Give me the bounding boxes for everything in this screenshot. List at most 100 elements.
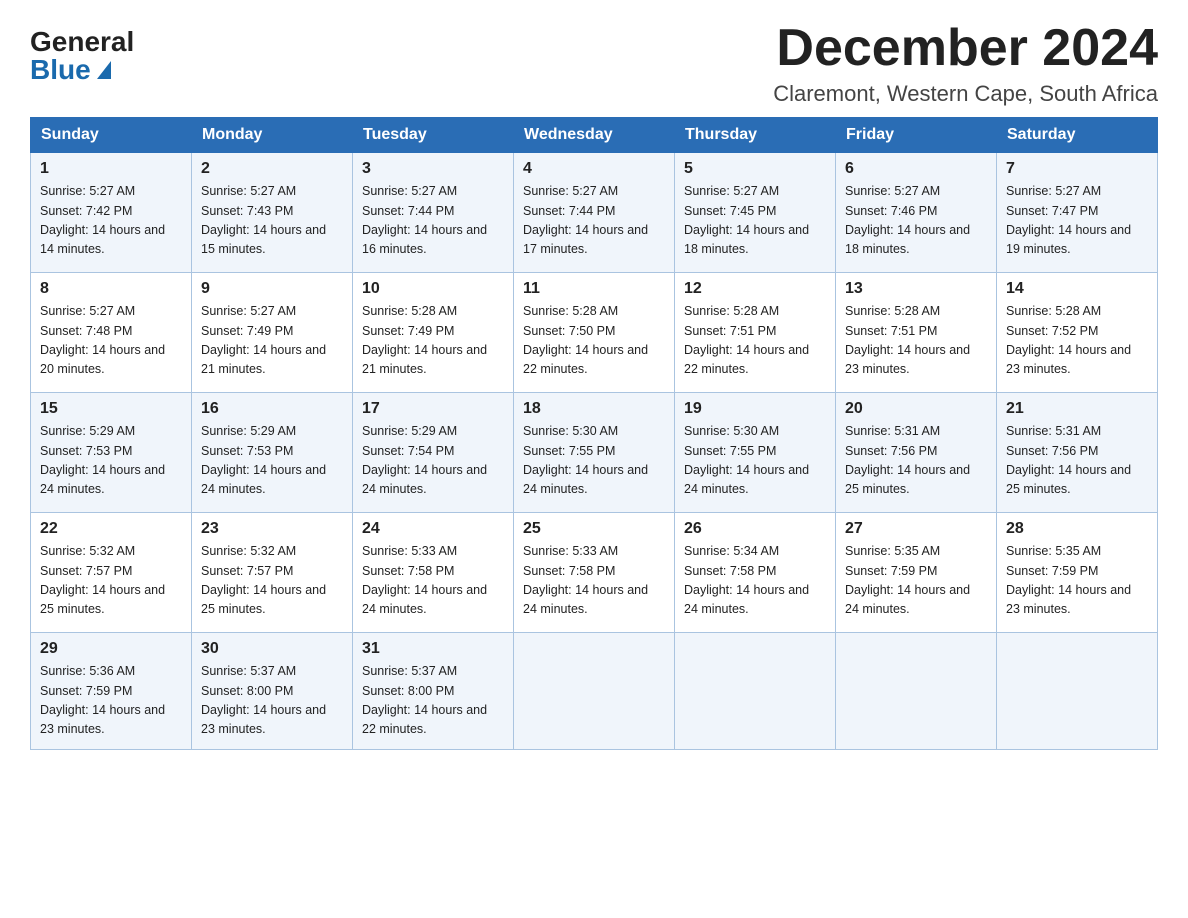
day-number: 4 xyxy=(523,160,665,178)
day-number: 11 xyxy=(523,280,665,298)
calendar-day-cell: 27Sunrise: 5:35 AMSunset: 7:59 PMDayligh… xyxy=(836,513,997,633)
day-number: 21 xyxy=(1006,400,1148,418)
day-info: Sunrise: 5:34 AMSunset: 7:58 PMDaylight:… xyxy=(684,542,826,620)
day-number: 19 xyxy=(684,400,826,418)
day-info: Sunrise: 5:30 AMSunset: 7:55 PMDaylight:… xyxy=(523,422,665,500)
day-info: Sunrise: 5:27 AMSunset: 7:47 PMDaylight:… xyxy=(1006,182,1148,260)
day-number: 18 xyxy=(523,400,665,418)
day-info: Sunrise: 5:29 AMSunset: 7:53 PMDaylight:… xyxy=(201,422,343,500)
day-number: 20 xyxy=(845,400,987,418)
day-info: Sunrise: 5:27 AMSunset: 7:45 PMDaylight:… xyxy=(684,182,826,260)
calendar-day-cell xyxy=(675,633,836,750)
calendar-day-cell: 28 Sunrise: 5:35 AMSunset: 7:59 PMDayligh… xyxy=(997,513,1158,633)
day-number: 13 xyxy=(845,280,987,298)
calendar-day-cell: 22 Sunrise: 5:32 AMSunset: 7:57 PMDayligh… xyxy=(31,513,192,633)
day-info: Sunrise: 5:31 AMSunset: 7:56 PMDaylight:… xyxy=(845,422,987,500)
day-number: 30 xyxy=(201,640,343,658)
calendar-day-cell: 30 Sunrise: 5:37 AMSunset: 8:00 PMDayligh… xyxy=(192,633,353,750)
day-info: Sunrise: 5:27 AMSunset: 7:46 PMDaylight:… xyxy=(845,182,987,260)
calendar-day-cell: 26 Sunrise: 5:34 AMSunset: 7:58 PMDayligh… xyxy=(675,513,836,633)
calendar-day-cell: 12 Sunrise: 5:28 AMSunset: 7:51 PMDayligh… xyxy=(675,273,836,393)
calendar-day-cell: 14 Sunrise: 5:28 AMSunset: 7:52 PMDayligh… xyxy=(997,273,1158,393)
calendar-day-cell: 29 Sunrise: 5:36 AMSunset: 7:59 PMDayligh… xyxy=(31,633,192,750)
day-info: Sunrise: 5:27 AMSunset: 7:49 PMDaylight:… xyxy=(201,302,343,380)
logo-general-text: General xyxy=(30,28,134,56)
day-number: 10 xyxy=(362,280,504,298)
day-number: 1 xyxy=(40,160,182,178)
day-info: Sunrise: 5:33 AMSunset: 7:58 PMDaylight:… xyxy=(362,542,504,620)
calendar-day-cell xyxy=(836,633,997,750)
calendar-day-cell: 4 Sunrise: 5:27 AMSunset: 7:44 PMDaylight… xyxy=(514,153,675,273)
day-number: 28 xyxy=(1006,520,1148,538)
day-info: Sunrise: 5:37 AMSunset: 8:00 PMDaylight:… xyxy=(201,662,343,740)
calendar-table: SundayMondayTuesdayWednesdayThursdayFrid… xyxy=(30,117,1158,750)
weekday-header-wednesday: Wednesday xyxy=(514,118,675,153)
calendar-day-cell: 1Sunrise: 5:27 AMSunset: 7:42 PMDaylight… xyxy=(31,153,192,273)
day-number: 3 xyxy=(362,160,504,178)
day-number: 5 xyxy=(684,160,826,178)
calendar-day-cell: 16 Sunrise: 5:29 AMSunset: 7:53 PMDayligh… xyxy=(192,393,353,513)
calendar-day-cell: 23 Sunrise: 5:32 AMSunset: 7:57 PMDayligh… xyxy=(192,513,353,633)
calendar-day-cell: 5 Sunrise: 5:27 AMSunset: 7:45 PMDaylight… xyxy=(675,153,836,273)
day-number: 26 xyxy=(684,520,826,538)
calendar-day-cell: 7 Sunrise: 5:27 AMSunset: 7:47 PMDaylight… xyxy=(997,153,1158,273)
day-info: Sunrise: 5:30 AMSunset: 7:55 PMDaylight:… xyxy=(684,422,826,500)
logo: General Blue xyxy=(30,28,134,84)
calendar-day-cell: 24 Sunrise: 5:33 AMSunset: 7:58 PMDayligh… xyxy=(353,513,514,633)
calendar-day-cell: 18 Sunrise: 5:30 AMSunset: 7:55 PMDayligh… xyxy=(514,393,675,513)
day-number: 23 xyxy=(201,520,343,538)
day-info: Sunrise: 5:36 AMSunset: 7:59 PMDaylight:… xyxy=(40,662,182,740)
weekday-header-thursday: Thursday xyxy=(675,118,836,153)
day-info: Sunrise: 5:35 AMSunset: 7:59 PMDaylight:… xyxy=(845,542,987,620)
logo-blue-text: Blue xyxy=(30,56,111,84)
page-header: General Blue December 2024 Claremont, We… xyxy=(30,20,1158,107)
calendar-day-cell: 21Sunrise: 5:31 AMSunset: 7:56 PMDayligh… xyxy=(997,393,1158,513)
day-info: Sunrise: 5:28 AMSunset: 7:50 PMDaylight:… xyxy=(523,302,665,380)
weekday-header-friday: Friday xyxy=(836,118,997,153)
day-info: Sunrise: 5:32 AMSunset: 7:57 PMDaylight:… xyxy=(201,542,343,620)
day-number: 6 xyxy=(845,160,987,178)
day-info: Sunrise: 5:33 AMSunset: 7:58 PMDaylight:… xyxy=(523,542,665,620)
day-info: Sunrise: 5:28 AMSunset: 7:51 PMDaylight:… xyxy=(845,302,987,380)
day-number: 17 xyxy=(362,400,504,418)
day-number: 22 xyxy=(40,520,182,538)
day-info: Sunrise: 5:35 AMSunset: 7:59 PMDaylight:… xyxy=(1006,542,1148,620)
weekday-header-tuesday: Tuesday xyxy=(353,118,514,153)
calendar-week-row: 29 Sunrise: 5:36 AMSunset: 7:59 PMDayligh… xyxy=(31,633,1158,750)
day-info: Sunrise: 5:28 AMSunset: 7:51 PMDaylight:… xyxy=(684,302,826,380)
calendar-day-cell: 8Sunrise: 5:27 AMSunset: 7:48 PMDaylight… xyxy=(31,273,192,393)
logo-triangle-icon xyxy=(97,61,111,79)
calendar-day-cell: 20 Sunrise: 5:31 AMSunset: 7:56 PMDayligh… xyxy=(836,393,997,513)
weekday-header-saturday: Saturday xyxy=(997,118,1158,153)
day-number: 9 xyxy=(201,280,343,298)
location-subtitle: Claremont, Western Cape, South Africa xyxy=(773,81,1158,107)
month-title: December 2024 xyxy=(773,20,1158,77)
day-number: 7 xyxy=(1006,160,1148,178)
day-number: 8 xyxy=(40,280,182,298)
weekday-header-row: SundayMondayTuesdayWednesdayThursdayFrid… xyxy=(31,118,1158,153)
calendar-day-cell: 17Sunrise: 5:29 AMSunset: 7:54 PMDayligh… xyxy=(353,393,514,513)
calendar-day-cell: 19 Sunrise: 5:30 AMSunset: 7:55 PMDayligh… xyxy=(675,393,836,513)
day-number: 14 xyxy=(1006,280,1148,298)
day-info: Sunrise: 5:28 AMSunset: 7:49 PMDaylight:… xyxy=(362,302,504,380)
day-number: 24 xyxy=(362,520,504,538)
calendar-week-row: 8Sunrise: 5:27 AMSunset: 7:48 PMDaylight… xyxy=(31,273,1158,393)
day-info: Sunrise: 5:27 AMSunset: 7:44 PMDaylight:… xyxy=(362,182,504,260)
calendar-day-cell: 31Sunrise: 5:37 AMSunset: 8:00 PMDayligh… xyxy=(353,633,514,750)
calendar-day-cell: 9 Sunrise: 5:27 AMSunset: 7:49 PMDaylight… xyxy=(192,273,353,393)
calendar-day-cell: 25 Sunrise: 5:33 AMSunset: 7:58 PMDayligh… xyxy=(514,513,675,633)
day-number: 16 xyxy=(201,400,343,418)
day-number: 25 xyxy=(523,520,665,538)
day-info: Sunrise: 5:28 AMSunset: 7:52 PMDaylight:… xyxy=(1006,302,1148,380)
day-info: Sunrise: 5:32 AMSunset: 7:57 PMDaylight:… xyxy=(40,542,182,620)
day-info: Sunrise: 5:27 AMSunset: 7:44 PMDaylight:… xyxy=(523,182,665,260)
calendar-day-cell: 3 Sunrise: 5:27 AMSunset: 7:44 PMDaylight… xyxy=(353,153,514,273)
day-number: 2 xyxy=(201,160,343,178)
calendar-week-row: 22 Sunrise: 5:32 AMSunset: 7:57 PMDayligh… xyxy=(31,513,1158,633)
calendar-week-row: 15Sunrise: 5:29 AMSunset: 7:53 PMDayligh… xyxy=(31,393,1158,513)
day-number: 12 xyxy=(684,280,826,298)
day-info: Sunrise: 5:27 AMSunset: 7:43 PMDaylight:… xyxy=(201,182,343,260)
calendar-day-cell: 11 Sunrise: 5:28 AMSunset: 7:50 PMDayligh… xyxy=(514,273,675,393)
day-number: 29 xyxy=(40,640,182,658)
calendar-day-cell: 15Sunrise: 5:29 AMSunset: 7:53 PMDayligh… xyxy=(31,393,192,513)
